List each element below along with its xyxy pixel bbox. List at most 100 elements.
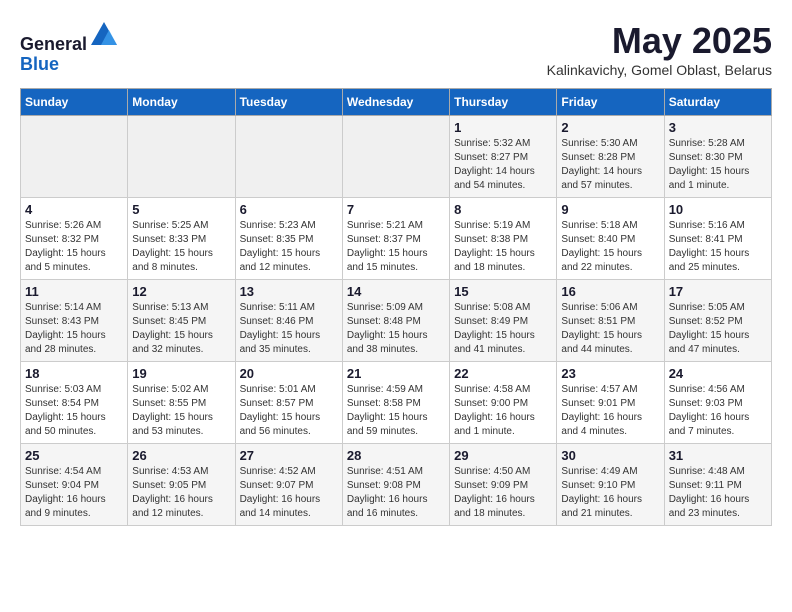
weekday-monday: Monday	[128, 89, 235, 116]
day-number: 9	[561, 202, 659, 217]
day-number: 23	[561, 366, 659, 381]
day-info: Sunrise: 5:23 AMSunset: 8:35 PMDaylight:…	[240, 219, 338, 275]
day-number: 17	[669, 284, 767, 299]
day-cell: 28 Sunrise: 4:51 AMSunset: 9:08 PMDayligh…	[342, 444, 449, 526]
day-info: Sunrise: 5:09 AMSunset: 8:48 PMDaylight:…	[347, 301, 445, 357]
day-cell: 9 Sunrise: 5:18 AMSunset: 8:40 PMDaylight…	[557, 198, 664, 280]
day-info: Sunrise: 5:03 AMSunset: 8:54 PMDaylight:…	[25, 383, 123, 439]
logo-general: General	[20, 34, 87, 54]
calendar-table: SundayMondayTuesdayWednesdayThursdayFrid…	[20, 88, 772, 526]
location: Kalinkavichy, Gomel Oblast, Belarus	[547, 62, 772, 78]
day-cell: 19 Sunrise: 5:02 AMSunset: 8:55 PMDayligh…	[128, 362, 235, 444]
day-info: Sunrise: 5:06 AMSunset: 8:51 PMDaylight:…	[561, 301, 659, 357]
day-cell: 27 Sunrise: 4:52 AMSunset: 9:07 PMDayligh…	[235, 444, 342, 526]
day-number: 14	[347, 284, 445, 299]
day-info: Sunrise: 5:19 AMSunset: 8:38 PMDaylight:…	[454, 219, 552, 275]
day-number: 21	[347, 366, 445, 381]
day-cell: 12 Sunrise: 5:13 AMSunset: 8:45 PMDayligh…	[128, 280, 235, 362]
day-info: Sunrise: 4:54 AMSunset: 9:04 PMDaylight:…	[25, 465, 123, 521]
day-number: 15	[454, 284, 552, 299]
day-info: Sunrise: 5:16 AMSunset: 8:41 PMDaylight:…	[669, 219, 767, 275]
weekday-tuesday: Tuesday	[235, 89, 342, 116]
day-cell: 1Sunrise: 5:32 AMSunset: 8:27 PMDaylight…	[450, 116, 557, 198]
day-cell: 4 Sunrise: 5:26 AMSunset: 8:32 PMDaylight…	[21, 198, 128, 280]
day-number: 28	[347, 448, 445, 463]
day-cell: 11 Sunrise: 5:14 AMSunset: 8:43 PMDayligh…	[21, 280, 128, 362]
day-cell: 16Sunrise: 5:06 AMSunset: 8:51 PMDayligh…	[557, 280, 664, 362]
logo: General Blue	[20, 20, 119, 75]
week-row-5: 25 Sunrise: 4:54 AMSunset: 9:04 PMDayligh…	[21, 444, 772, 526]
month-year: May 2025	[547, 20, 772, 62]
day-cell	[128, 116, 235, 198]
day-cell: 6Sunrise: 5:23 AMSunset: 8:35 PMDaylight…	[235, 198, 342, 280]
logo-blue: Blue	[20, 54, 59, 74]
day-cell	[21, 116, 128, 198]
day-number: 3	[669, 120, 767, 135]
day-number: 22	[454, 366, 552, 381]
day-number: 30	[561, 448, 659, 463]
day-info: Sunrise: 5:28 AMSunset: 8:30 PMDaylight:…	[669, 137, 767, 193]
day-cell: 3 Sunrise: 5:28 AMSunset: 8:30 PMDaylight…	[664, 116, 771, 198]
day-cell: 7 Sunrise: 5:21 AMSunset: 8:37 PMDaylight…	[342, 198, 449, 280]
day-number: 27	[240, 448, 338, 463]
day-cell: 26Sunrise: 4:53 AMSunset: 9:05 PMDayligh…	[128, 444, 235, 526]
day-info: Sunrise: 4:51 AMSunset: 9:08 PMDaylight:…	[347, 465, 445, 521]
day-cell: 8 Sunrise: 5:19 AMSunset: 8:38 PMDaylight…	[450, 198, 557, 280]
day-info: Sunrise: 4:59 AMSunset: 8:58 PMDaylight:…	[347, 383, 445, 439]
day-info: Sunrise: 5:02 AMSunset: 8:55 PMDaylight:…	[132, 383, 230, 439]
day-number: 8	[454, 202, 552, 217]
day-info: Sunrise: 5:18 AMSunset: 8:40 PMDaylight:…	[561, 219, 659, 275]
weekday-friday: Friday	[557, 89, 664, 116]
day-info: Sunrise: 5:32 AMSunset: 8:27 PMDaylight:…	[454, 137, 552, 193]
day-number: 11	[25, 284, 123, 299]
day-number: 31	[669, 448, 767, 463]
day-number: 29	[454, 448, 552, 463]
day-info: Sunrise: 5:01 AMSunset: 8:57 PMDaylight:…	[240, 383, 338, 439]
weekday-saturday: Saturday	[664, 89, 771, 116]
calendar-body: 1Sunrise: 5:32 AMSunset: 8:27 PMDaylight…	[21, 116, 772, 526]
day-cell: 15Sunrise: 5:08 AMSunset: 8:49 PMDayligh…	[450, 280, 557, 362]
day-cell: 31 Sunrise: 4:48 AMSunset: 9:11 PMDayligh…	[664, 444, 771, 526]
day-info: Sunrise: 5:25 AMSunset: 8:33 PMDaylight:…	[132, 219, 230, 275]
day-number: 19	[132, 366, 230, 381]
week-row-2: 4 Sunrise: 5:26 AMSunset: 8:32 PMDaylight…	[21, 198, 772, 280]
day-cell: 2 Sunrise: 5:30 AMSunset: 8:28 PMDaylight…	[557, 116, 664, 198]
day-cell: 24 Sunrise: 4:56 AMSunset: 9:03 PMDayligh…	[664, 362, 771, 444]
day-info: Sunrise: 4:50 AMSunset: 9:09 PMDaylight:…	[454, 465, 552, 521]
weekday-thursday: Thursday	[450, 89, 557, 116]
day-cell: 5 Sunrise: 5:25 AMSunset: 8:33 PMDaylight…	[128, 198, 235, 280]
day-number: 2	[561, 120, 659, 135]
day-info: Sunrise: 5:14 AMSunset: 8:43 PMDaylight:…	[25, 301, 123, 357]
day-number: 5	[132, 202, 230, 217]
day-number: 26	[132, 448, 230, 463]
day-number: 24	[669, 366, 767, 381]
day-number: 25	[25, 448, 123, 463]
day-info: Sunrise: 5:21 AMSunset: 8:37 PMDaylight:…	[347, 219, 445, 275]
day-number: 12	[132, 284, 230, 299]
day-cell: 13Sunrise: 5:11 AMSunset: 8:46 PMDayligh…	[235, 280, 342, 362]
day-cell	[342, 116, 449, 198]
day-info: Sunrise: 4:52 AMSunset: 9:07 PMDaylight:…	[240, 465, 338, 521]
day-info: Sunrise: 4:49 AMSunset: 9:10 PMDaylight:…	[561, 465, 659, 521]
week-row-1: 1Sunrise: 5:32 AMSunset: 8:27 PMDaylight…	[21, 116, 772, 198]
day-info: Sunrise: 5:13 AMSunset: 8:45 PMDaylight:…	[132, 301, 230, 357]
day-cell: 17Sunrise: 5:05 AMSunset: 8:52 PMDayligh…	[664, 280, 771, 362]
day-number: 4	[25, 202, 123, 217]
day-cell: 30 Sunrise: 4:49 AMSunset: 9:10 PMDayligh…	[557, 444, 664, 526]
week-row-4: 18Sunrise: 5:03 AMSunset: 8:54 PMDayligh…	[21, 362, 772, 444]
day-number: 7	[347, 202, 445, 217]
page-header: General Blue May 2025 Kalinkavichy, Gome…	[20, 20, 772, 78]
day-cell: 21 Sunrise: 4:59 AMSunset: 8:58 PMDayligh…	[342, 362, 449, 444]
day-info: Sunrise: 4:56 AMSunset: 9:03 PMDaylight:…	[669, 383, 767, 439]
day-cell: 20Sunrise: 5:01 AMSunset: 8:57 PMDayligh…	[235, 362, 342, 444]
day-info: Sunrise: 5:30 AMSunset: 8:28 PMDaylight:…	[561, 137, 659, 193]
day-info: Sunrise: 4:58 AMSunset: 9:00 PMDaylight:…	[454, 383, 552, 439]
day-cell: 29 Sunrise: 4:50 AMSunset: 9:09 PMDayligh…	[450, 444, 557, 526]
day-info: Sunrise: 4:48 AMSunset: 9:11 PMDaylight:…	[669, 465, 767, 521]
day-cell: 25 Sunrise: 4:54 AMSunset: 9:04 PMDayligh…	[21, 444, 128, 526]
day-cell	[235, 116, 342, 198]
week-row-3: 11 Sunrise: 5:14 AMSunset: 8:43 PMDayligh…	[21, 280, 772, 362]
logo-icon	[89, 20, 119, 50]
day-info: Sunrise: 5:26 AMSunset: 8:32 PMDaylight:…	[25, 219, 123, 275]
day-number: 13	[240, 284, 338, 299]
